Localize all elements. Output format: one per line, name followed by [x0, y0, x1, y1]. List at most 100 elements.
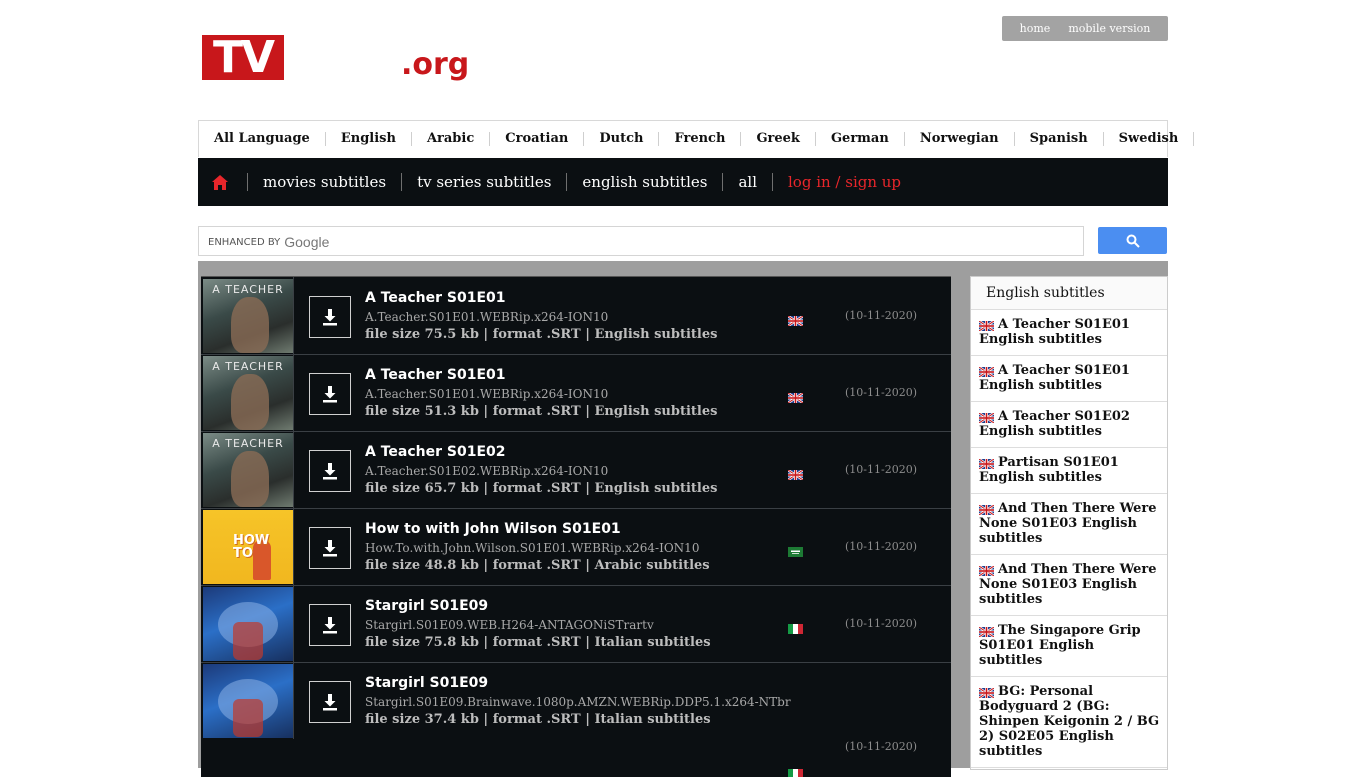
- language-flag-icon: [787, 311, 804, 327]
- subtitle-date: (10-11-2020): [845, 309, 918, 322]
- lang-spanish[interactable]: Spanish: [1015, 132, 1104, 146]
- subtitle-meta: file size 75.8 kb | format .SRT | Italia…: [365, 635, 711, 650]
- sidebar-subtitle-link[interactable]: And Then There Were None S01E03 English …: [971, 555, 1167, 616]
- sidebar-english-subtitles: English subtitles A Teacher S01E01 Engli…: [970, 276, 1168, 770]
- lang-english[interactable]: English: [326, 132, 412, 146]
- language-flag-icon: [787, 465, 804, 481]
- lang-swedish[interactable]: Swedish: [1104, 132, 1195, 146]
- lang-all[interactable]: All Language: [199, 132, 326, 146]
- subtitle-meta: file size 51.3 kb | format .SRT | Englis…: [365, 404, 718, 419]
- subtitle-title[interactable]: A Teacher S01E02: [365, 444, 506, 460]
- language-flag-icon: [787, 388, 804, 404]
- sidebar-subtitle-link[interactable]: Partisan S01E01 English subtitles: [971, 448, 1167, 494]
- subtitle-row[interactable]: Stargirl S01E09 Stargirl.S01E09.Brainwave…: [201, 662, 951, 777]
- subtitle-date: (10-11-2020): [845, 617, 918, 630]
- lang-greek[interactable]: Greek: [741, 132, 816, 146]
- logo-org: .org: [401, 47, 470, 82]
- nav-tv-series-subtitles[interactable]: tv series subtitles: [402, 173, 566, 191]
- download-icon: [323, 694, 337, 711]
- sidebar-item-label: A Teacher S01E02 English subtitles: [979, 409, 1130, 439]
- row-divider: [293, 277, 294, 354]
- subtitle-row[interactable]: A TEACHER A Teacher S01E01 A.Teacher.S01E0…: [201, 354, 951, 432]
- lang-german[interactable]: German: [816, 132, 905, 146]
- enhanced-by-label: ENHANCED BY: [208, 236, 281, 248]
- sidebar-item-label: A Teacher S01E01 English subtitles: [979, 363, 1130, 393]
- lang-arabic[interactable]: Arabic: [412, 132, 491, 146]
- subtitle-title[interactable]: A Teacher S01E01: [365, 367, 506, 383]
- subtitle-meta: file size 75.5 kb | format .SRT | Englis…: [365, 327, 718, 342]
- lang-french[interactable]: French: [659, 132, 742, 146]
- sidebar-item-label: Partisan S01E01 English subtitles: [979, 455, 1119, 485]
- subtitle-title[interactable]: How to with John Wilson S01E01: [365, 521, 621, 537]
- lang-croatian[interactable]: Croatian: [490, 132, 585, 146]
- sidebar-subtitle-link[interactable]: A Teacher S01E02 English subtitles: [971, 402, 1167, 448]
- language-flag-icon: [788, 619, 803, 634]
- sidebar-list: A Teacher S01E01 English subtitles A Teac…: [971, 310, 1167, 768]
- uk-flag-icon: [978, 503, 995, 516]
- sidebar-item-label: BG: Personal Bodyguard 2 (BG: Shinpen Ke…: [979, 684, 1160, 759]
- uk-flag-icon: [978, 411, 995, 424]
- show-thumbnail[interactable]: A TEACHER: [203, 279, 293, 353]
- download-icon: [323, 617, 337, 634]
- subtitle-row[interactable]: Stargirl S01E09 Stargirl.S01E09.WEB.H264-…: [201, 585, 951, 663]
- subtitle-release: Stargirl.S01E09.Brainwave.1080p.AMZN.WEB…: [365, 695, 791, 709]
- search-button[interactable]: [1098, 227, 1167, 254]
- download-button[interactable]: [309, 604, 351, 646]
- sidebar-subtitle-link[interactable]: The Singapore Grip S01E01 English subtit…: [971, 616, 1167, 677]
- subtitle-title[interactable]: A Teacher S01E01: [365, 290, 506, 306]
- logo-tv: TV: [202, 35, 284, 80]
- subtitle-title[interactable]: Stargirl S01E09: [365, 598, 488, 614]
- download-button[interactable]: [309, 450, 351, 492]
- show-thumbnail[interactable]: [203, 664, 293, 738]
- row-divider: [293, 431, 294, 508]
- nav-all[interactable]: all: [723, 173, 772, 191]
- download-icon: [323, 463, 337, 480]
- home-icon[interactable]: [211, 172, 233, 192]
- mobile-version-link[interactable]: mobile version: [1068, 22, 1150, 35]
- download-button[interactable]: [309, 296, 351, 338]
- thumbnail-title: A TEACHER: [212, 437, 284, 450]
- home-link[interactable]: home: [1020, 22, 1051, 35]
- language-bar: All Language English Arabic Croatian Dut…: [198, 120, 1195, 157]
- sidebar-subtitle-link[interactable]: BG: Personal Bodyguard 2 (BG: Shinpen Ke…: [971, 677, 1167, 768]
- sidebar-item-label: The Singapore Grip S01E01 English subtit…: [979, 623, 1141, 668]
- subtitle-row[interactable]: A TEACHER A Teacher S01E01 A.Teacher.S01E0…: [201, 277, 951, 355]
- download-button[interactable]: [309, 681, 351, 723]
- nav-login-signup[interactable]: log in / sign up: [773, 173, 916, 191]
- content-area: A TEACHER A Teacher S01E01 A.Teacher.S01E0…: [198, 261, 1168, 777]
- subtitle-date: (10-11-2020): [845, 463, 918, 476]
- show-thumbnail[interactable]: A TEACHER: [203, 433, 293, 507]
- lang-dutch[interactable]: Dutch: [584, 132, 660, 146]
- subtitle-list: A TEACHER A Teacher S01E01 A.Teacher.S01E0…: [201, 276, 951, 777]
- subtitle-release: A.Teacher.S01E01.WEBRip.x264-ION10: [365, 387, 609, 401]
- google-label: Google: [284, 234, 330, 250]
- sidebar-subtitle-link[interactable]: A Teacher S01E01 English subtitles: [971, 310, 1167, 356]
- subtitle-release: A.Teacher.S01E02.WEBRip.x264-ION10: [365, 464, 609, 478]
- download-icon: [323, 540, 337, 557]
- language-flag-icon: [788, 764, 803, 777]
- search-input[interactable]: ENHANCED BY Google: [198, 226, 1084, 256]
- show-thumbnail[interactable]: [203, 587, 293, 661]
- nav-movies-subtitles[interactable]: movies subtitles: [248, 173, 401, 191]
- subtitle-release: A.Teacher.S01E01.WEBRip.x264-ION10: [365, 310, 609, 324]
- row-divider: [293, 662, 294, 739]
- download-button[interactable]: [309, 527, 351, 569]
- sidebar-subtitle-link[interactable]: And Then There Were None S01E03 English …: [971, 494, 1167, 555]
- top-links: home mobile version: [1002, 16, 1168, 41]
- show-thumbnail[interactable]: A TEACHER: [203, 356, 293, 430]
- subtitle-date: (10-11-2020): [845, 540, 918, 553]
- download-icon: [323, 309, 337, 326]
- subtitle-row[interactable]: A TEACHER A Teacher S01E02 A.Teacher.S01E0…: [201, 431, 951, 509]
- subtitle-meta: file size 37.4 kb | format .SRT | Italia…: [365, 712, 711, 727]
- uk-flag-icon: [978, 564, 995, 577]
- show-thumbnail[interactable]: HOW TO: [203, 510, 293, 584]
- subtitle-row[interactable]: HOW TO How to with John Wilson S01E01 How.…: [201, 508, 951, 586]
- download-button[interactable]: [309, 373, 351, 415]
- sidebar-subtitle-link[interactable]: A Teacher S01E01 English subtitles: [971, 356, 1167, 402]
- subtitle-meta: file size 65.7 kb | format .SRT | Englis…: [365, 481, 718, 496]
- sidebar-item-label: And Then There Were None S01E03 English …: [979, 562, 1157, 607]
- lang-norwegian[interactable]: Norwegian: [905, 132, 1015, 146]
- nav-english-subtitles[interactable]: english subtitles: [567, 173, 722, 191]
- subtitle-release: How.To.with.John.Wilson.S01E01.WEBRip.x2…: [365, 541, 700, 555]
- subtitle-title[interactable]: Stargirl S01E09: [365, 675, 488, 691]
